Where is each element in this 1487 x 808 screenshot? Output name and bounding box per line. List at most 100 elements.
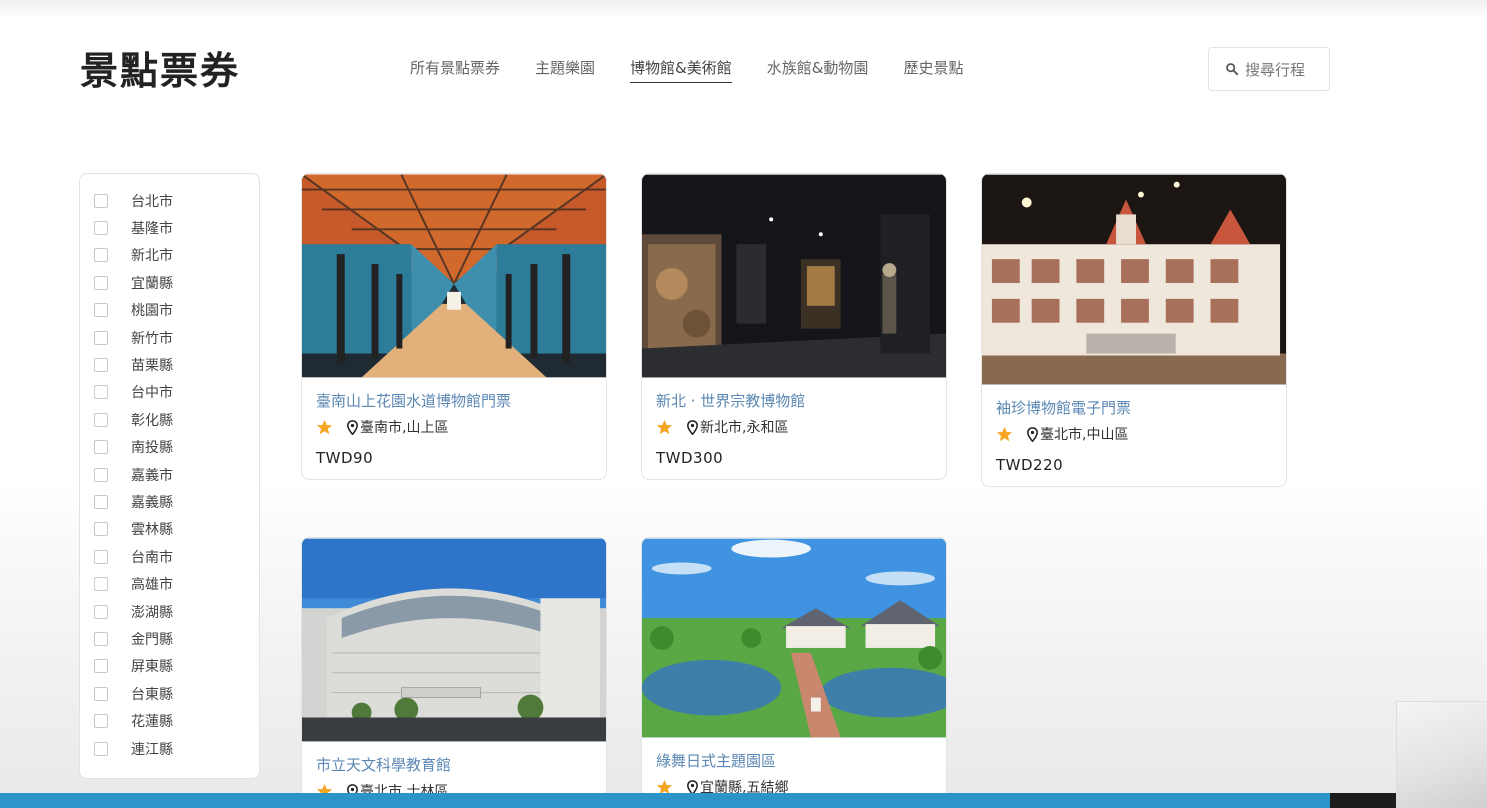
- city-label: 嘉義市: [131, 467, 173, 484]
- star-icon: [996, 426, 1013, 441]
- card-location: 臺南市,山上區: [360, 420, 449, 436]
- nav-item-historic-sites[interactable]: 歷史景點: [903, 57, 963, 83]
- attraction-card[interactable]: 綠舞日式主題園區 宜蘭縣,五結鄉: [641, 537, 947, 808]
- city-checkbox[interactable]: [94, 385, 108, 400]
- category-nav: 所有景點票券 主題樂園 博物館&美術館 水族館&動物園 歷史景點: [410, 57, 998, 83]
- nav-item-all-tickets[interactable]: 所有景點票券: [410, 57, 500, 83]
- city-filter-item[interactable]: 台南市: [80, 543, 259, 570]
- city-label: 台北市: [131, 193, 173, 210]
- card-location: 新北市,永和區: [700, 420, 789, 436]
- attraction-card[interactable]: 臺南山上花園水道博物館門票 臺南市,山上區 TWD90: [301, 173, 607, 480]
- city-checkbox[interactable]: [94, 303, 108, 318]
- map-pin-icon: [1027, 426, 1038, 442]
- city-label: 台南市: [131, 549, 173, 566]
- card-photo-religion-museum[interactable]: [642, 174, 946, 378]
- card-location: 臺北市,中山區: [1040, 427, 1129, 443]
- page-title: 景點票券: [80, 49, 241, 93]
- card-photo-astronomy-museum[interactable]: [302, 538, 606, 742]
- card-photo-japanese-park[interactable]: [642, 538, 946, 738]
- city-label: 連江縣: [131, 741, 173, 758]
- city-filter-item[interactable]: 高雄市: [80, 570, 259, 597]
- search-label: 搜尋行程: [1245, 60, 1306, 79]
- city-filter-item[interactable]: 苗栗縣: [80, 351, 259, 378]
- city-label: 苗栗縣: [131, 358, 173, 375]
- city-checkbox[interactable]: [94, 549, 108, 564]
- city-filter-item[interactable]: 彰化縣: [80, 406, 259, 433]
- attraction-card[interactable]: 市立天文科學教育館 臺北市,士林區: [301, 537, 607, 808]
- city-filter-item[interactable]: 宜蘭縣: [80, 269, 259, 296]
- webcam-overlay: [1396, 701, 1487, 808]
- city-checkbox[interactable]: [94, 358, 108, 373]
- city-checkbox[interactable]: [94, 631, 108, 646]
- city-filter-item[interactable]: 基隆市: [80, 214, 259, 241]
- city-label: 金門縣: [131, 631, 173, 648]
- search-button[interactable]: 搜尋行程: [1208, 47, 1330, 91]
- city-filter-panel: 台北市 基隆市 新北市 宜蘭縣 桃園市 新竹市 苗栗縣 台中市 彰化縣 南投縣 …: [79, 173, 260, 779]
- city-filter-item[interactable]: 嘉義市: [80, 461, 259, 488]
- city-label: 雲林縣: [131, 522, 173, 539]
- city-filter-item[interactable]: 台北市: [80, 187, 259, 214]
- attraction-card[interactable]: 新北 · 世界宗教博物館 新北市,永和區 TWD300: [641, 173, 947, 480]
- city-checkbox[interactable]: [94, 604, 108, 619]
- star-icon: [316, 419, 333, 434]
- city-checkbox[interactable]: [94, 741, 108, 756]
- city-checkbox[interactable]: [94, 221, 108, 236]
- city-label: 基隆市: [131, 221, 173, 238]
- nav-item-museums[interactable]: 博物館&美術館: [630, 57, 732, 83]
- city-checkbox[interactable]: [94, 577, 108, 592]
- city-filter-item[interactable]: 台中市: [80, 379, 259, 406]
- city-filter-item[interactable]: 桃園市: [80, 297, 259, 324]
- city-filter-item[interactable]: 南投縣: [80, 434, 259, 461]
- card-price: TWD300: [656, 449, 724, 467]
- card-title[interactable]: 新北 · 世界宗教博物館: [656, 390, 932, 411]
- nav-item-theme-parks[interactable]: 主題樂園: [535, 57, 595, 83]
- search-icon: [1226, 63, 1239, 76]
- city-checkbox[interactable]: [94, 686, 108, 701]
- card-title[interactable]: 綠舞日式主題園區: [656, 750, 932, 771]
- city-checkbox[interactable]: [94, 522, 108, 537]
- city-filter-item[interactable]: 嘉義縣: [80, 488, 259, 515]
- city-filter-item[interactable]: 連江縣: [80, 735, 259, 762]
- city-label: 新竹市: [131, 330, 173, 347]
- city-label: 新北市: [131, 248, 173, 265]
- city-label: 屏東縣: [131, 659, 173, 676]
- nav-item-aquariums-zoos[interactable]: 水族館&動物園: [767, 57, 869, 83]
- attraction-card[interactable]: 袖珍博物館電子門票 臺北市,中山區 TWD220: [981, 173, 1287, 487]
- city-filter-item[interactable]: 屏東縣: [80, 653, 259, 680]
- city-checkbox[interactable]: [94, 412, 108, 427]
- city-filter-item[interactable]: 新竹市: [80, 324, 259, 351]
- city-checkbox[interactable]: [94, 659, 108, 674]
- city-label: 南投縣: [131, 440, 173, 457]
- card-price: TWD220: [996, 456, 1064, 474]
- city-filter-item[interactable]: 雲林縣: [80, 516, 259, 543]
- city-label: 台中市: [131, 385, 173, 402]
- city-filter-item[interactable]: 新北市: [80, 242, 259, 269]
- card-photo-miniature-museum[interactable]: [982, 174, 1286, 385]
- city-checkbox[interactable]: [94, 494, 108, 509]
- city-checkbox[interactable]: [94, 248, 108, 263]
- city-checkbox[interactable]: [94, 440, 108, 455]
- bottom-bar: [0, 793, 1487, 808]
- city-filter-item[interactable]: 澎湖縣: [80, 598, 259, 625]
- city-label: 嘉義縣: [131, 494, 173, 511]
- city-label: 台東縣: [131, 686, 173, 703]
- card-photo-water-museum[interactable]: [302, 174, 606, 378]
- city-checkbox[interactable]: [94, 193, 108, 208]
- city-label: 宜蘭縣: [131, 275, 173, 292]
- city-checkbox[interactable]: [94, 275, 108, 290]
- city-label: 高雄市: [131, 577, 173, 594]
- card-title[interactable]: 臺南山上花園水道博物館門票: [316, 390, 592, 411]
- city-checkbox[interactable]: [94, 330, 108, 345]
- city-filter-item[interactable]: 花蓮縣: [80, 707, 259, 734]
- card-title[interactable]: 市立天文科學教育館: [316, 754, 592, 775]
- card-price: TWD90: [316, 449, 374, 467]
- city-checkbox[interactable]: [94, 467, 108, 482]
- star-icon: [656, 419, 673, 434]
- city-filter-item[interactable]: 金門縣: [80, 625, 259, 652]
- city-checkbox[interactable]: [94, 714, 108, 729]
- city-filter-item[interactable]: 台東縣: [80, 680, 259, 707]
- card-title[interactable]: 袖珍博物館電子門票: [996, 397, 1272, 418]
- city-label: 彰化縣: [131, 412, 173, 429]
- city-label: 澎湖縣: [131, 604, 173, 621]
- top-fade: [0, 0, 1487, 18]
